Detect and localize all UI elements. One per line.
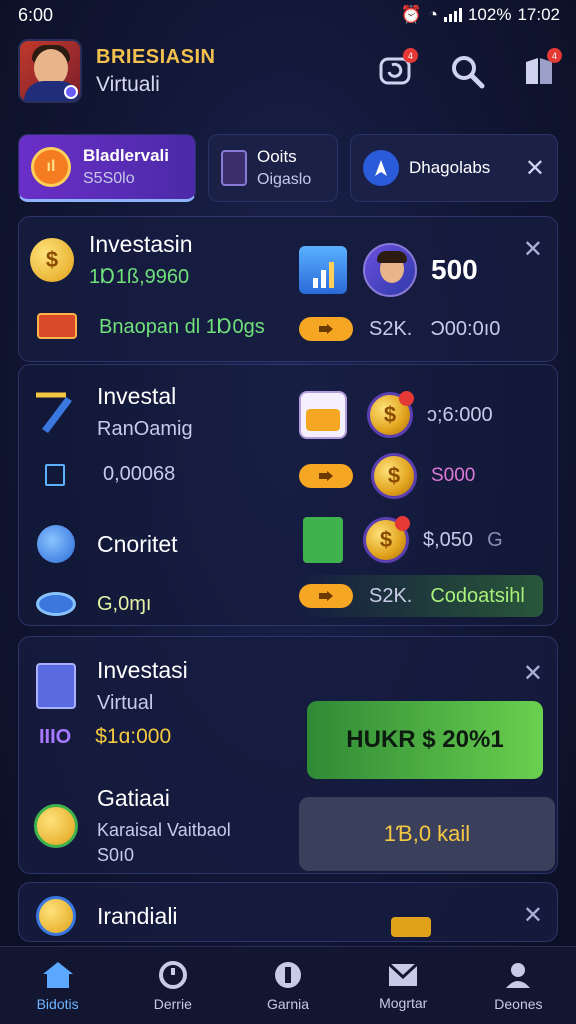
alarm-icon: ⏰ xyxy=(400,5,422,24)
nav-item-garnia[interactable]: Garnia xyxy=(230,947,345,1024)
timer-icon xyxy=(158,960,187,989)
card-title: Investasi xyxy=(97,657,188,683)
cash-stack-icon xyxy=(33,803,79,849)
tag-label: IIIO xyxy=(39,725,72,748)
nav-label: Deones xyxy=(494,995,543,1012)
amount-label: 500 xyxy=(431,254,478,285)
arrow-button[interactable] xyxy=(299,584,353,608)
card-value: $,050 xyxy=(423,528,474,551)
tab-title: Dhagolabs xyxy=(409,158,491,177)
card-value: ɔ;6:000 xyxy=(427,403,493,426)
status-time: 6:00 xyxy=(18,4,54,25)
nav-label: Derrie xyxy=(153,995,192,1012)
tab-sub: S5S0lo xyxy=(83,170,135,187)
chart-icon xyxy=(299,246,347,294)
category-tabs: ıl Bladlervali S5S0lo Ooits Oigaslo Dhag… xyxy=(18,134,558,204)
globe-icon xyxy=(33,521,79,567)
card-title: Irandiali xyxy=(97,902,178,929)
right-text: S2K. xyxy=(369,317,413,340)
card-value: 0,00068 xyxy=(103,463,176,485)
arrow-button[interactable] xyxy=(299,464,353,488)
card-value: 1Ɒ1ß,9960 xyxy=(89,266,190,288)
cake-icon xyxy=(299,391,347,439)
card-right: S000 xyxy=(431,465,476,486)
right-value: Ɔ00:0ı0 xyxy=(430,317,501,340)
close-icon[interactable]: ✕ xyxy=(523,659,543,688)
signal-icon xyxy=(443,8,462,22)
investment-card-2[interactable]: Investal RanOamig $ ɔ;6:000 0,00068 $ S0… xyxy=(18,364,558,626)
secondary-action-button[interactable]: 1Ɓ,0 kail xyxy=(299,797,555,871)
card-suffix: G xyxy=(487,528,503,551)
card-title: Cnoritet xyxy=(97,530,178,557)
tab-bladlervali[interactable]: ıl Bladlervali S5S0lo xyxy=(18,134,196,202)
avatar xyxy=(363,243,417,297)
battery-text: 102% xyxy=(467,5,512,24)
card-title: Gatiaai xyxy=(97,785,170,811)
nav-item-deones[interactable]: Deones xyxy=(461,947,576,1024)
card-value: G,0ɱı xyxy=(97,592,152,615)
card-subtitle: Virtual xyxy=(97,692,154,714)
coin-icon: $ xyxy=(367,391,414,438)
tab-ooits[interactable]: Ooits Oigaslo xyxy=(208,134,338,202)
investment-card-4[interactable]: Irandiali ✕ xyxy=(18,882,558,942)
card-right: S2K. xyxy=(369,584,413,607)
investment-card-1[interactable]: $ Investasin 1Ɒ1ß,9960 500 ✕ Bnaopan dl … xyxy=(18,216,558,362)
close-icon[interactable]: ✕ xyxy=(523,235,543,264)
money-bag-icon: $ xyxy=(29,237,75,283)
nav-label: Garnia xyxy=(266,995,310,1012)
close-icon[interactable]: ✕ xyxy=(523,901,543,930)
brand-title: BRIESIASIN xyxy=(96,45,216,68)
list-icon xyxy=(45,463,65,486)
tab-sub: Oigaslo xyxy=(257,171,312,188)
close-icon[interactable]: ✕ xyxy=(525,154,545,183)
search-button[interactable] xyxy=(448,52,486,90)
game-icon xyxy=(275,961,301,988)
card-title: Investasin xyxy=(89,231,193,257)
profile-icon xyxy=(506,962,531,988)
medal-icon: ıl xyxy=(31,147,71,187)
tab-dhagolabs[interactable]: Dhagolabs ✕ xyxy=(350,134,558,202)
card-subtitle: RanOamig xyxy=(97,418,193,440)
tab-title: Bladlervali xyxy=(83,146,169,165)
chest-icon xyxy=(37,313,77,339)
pen-icon xyxy=(33,389,79,435)
nav-label: Mogrtar xyxy=(379,994,428,1011)
building-icon xyxy=(303,517,343,563)
document-icon xyxy=(33,663,79,709)
card-title: Investal xyxy=(97,383,177,409)
gold-bars-icon xyxy=(391,917,431,937)
bookmark-button[interactable]: 4 xyxy=(520,48,562,90)
document-icon xyxy=(221,150,247,186)
mail-icon xyxy=(388,962,419,986)
card-amount: $1ɑ:000 xyxy=(95,725,172,748)
coin-icon: $ xyxy=(363,516,410,563)
bottom-nav: Bidotis Derrie Garnia Mogrtar Deones xyxy=(0,946,576,1024)
refresh-button[interactable]: 4 xyxy=(376,48,418,90)
nav-item-home[interactable]: Bidotis xyxy=(0,947,115,1024)
home-icon xyxy=(42,961,73,988)
nav-label: Bidotis xyxy=(36,995,79,1012)
card-subtitle: Karaisal Vaitbaol xyxy=(97,820,231,840)
coin-icon: $ xyxy=(371,453,417,499)
investment-card-3[interactable]: Investasi Virtual ✕ IIIO $1ɑ:000 HUKR $ … xyxy=(18,636,558,874)
card-label: Codoatsihl xyxy=(430,584,525,607)
search-icon xyxy=(452,56,485,89)
card-code: S0ı0 xyxy=(97,845,135,865)
brand-subtitle: Virtuali xyxy=(96,72,160,96)
arrow-button[interactable] xyxy=(299,317,353,341)
coin-icon xyxy=(33,893,79,939)
disc-icon xyxy=(33,581,79,627)
nav-item-derrie[interactable]: Derrie xyxy=(115,947,230,1024)
wifi-icon: ◔ xyxy=(427,5,438,24)
card-note: Bnaopan dl 1Ɒ0ɡs xyxy=(99,315,265,338)
nav-item-mogrtar[interactable]: Mogrtar xyxy=(346,947,461,1024)
compass-icon xyxy=(363,150,399,186)
avatar[interactable] xyxy=(18,39,82,103)
tab-title: Ooits xyxy=(257,147,297,166)
status-bar: 6:00 ⏰ ◔ 102% 17:02 xyxy=(0,0,576,30)
status-clock: 17:02 xyxy=(517,5,560,24)
app-header: BRIESIASIN Virtuali 4 4 xyxy=(18,36,562,106)
primary-action-button[interactable]: HUKR $ 20%1 xyxy=(307,701,543,779)
